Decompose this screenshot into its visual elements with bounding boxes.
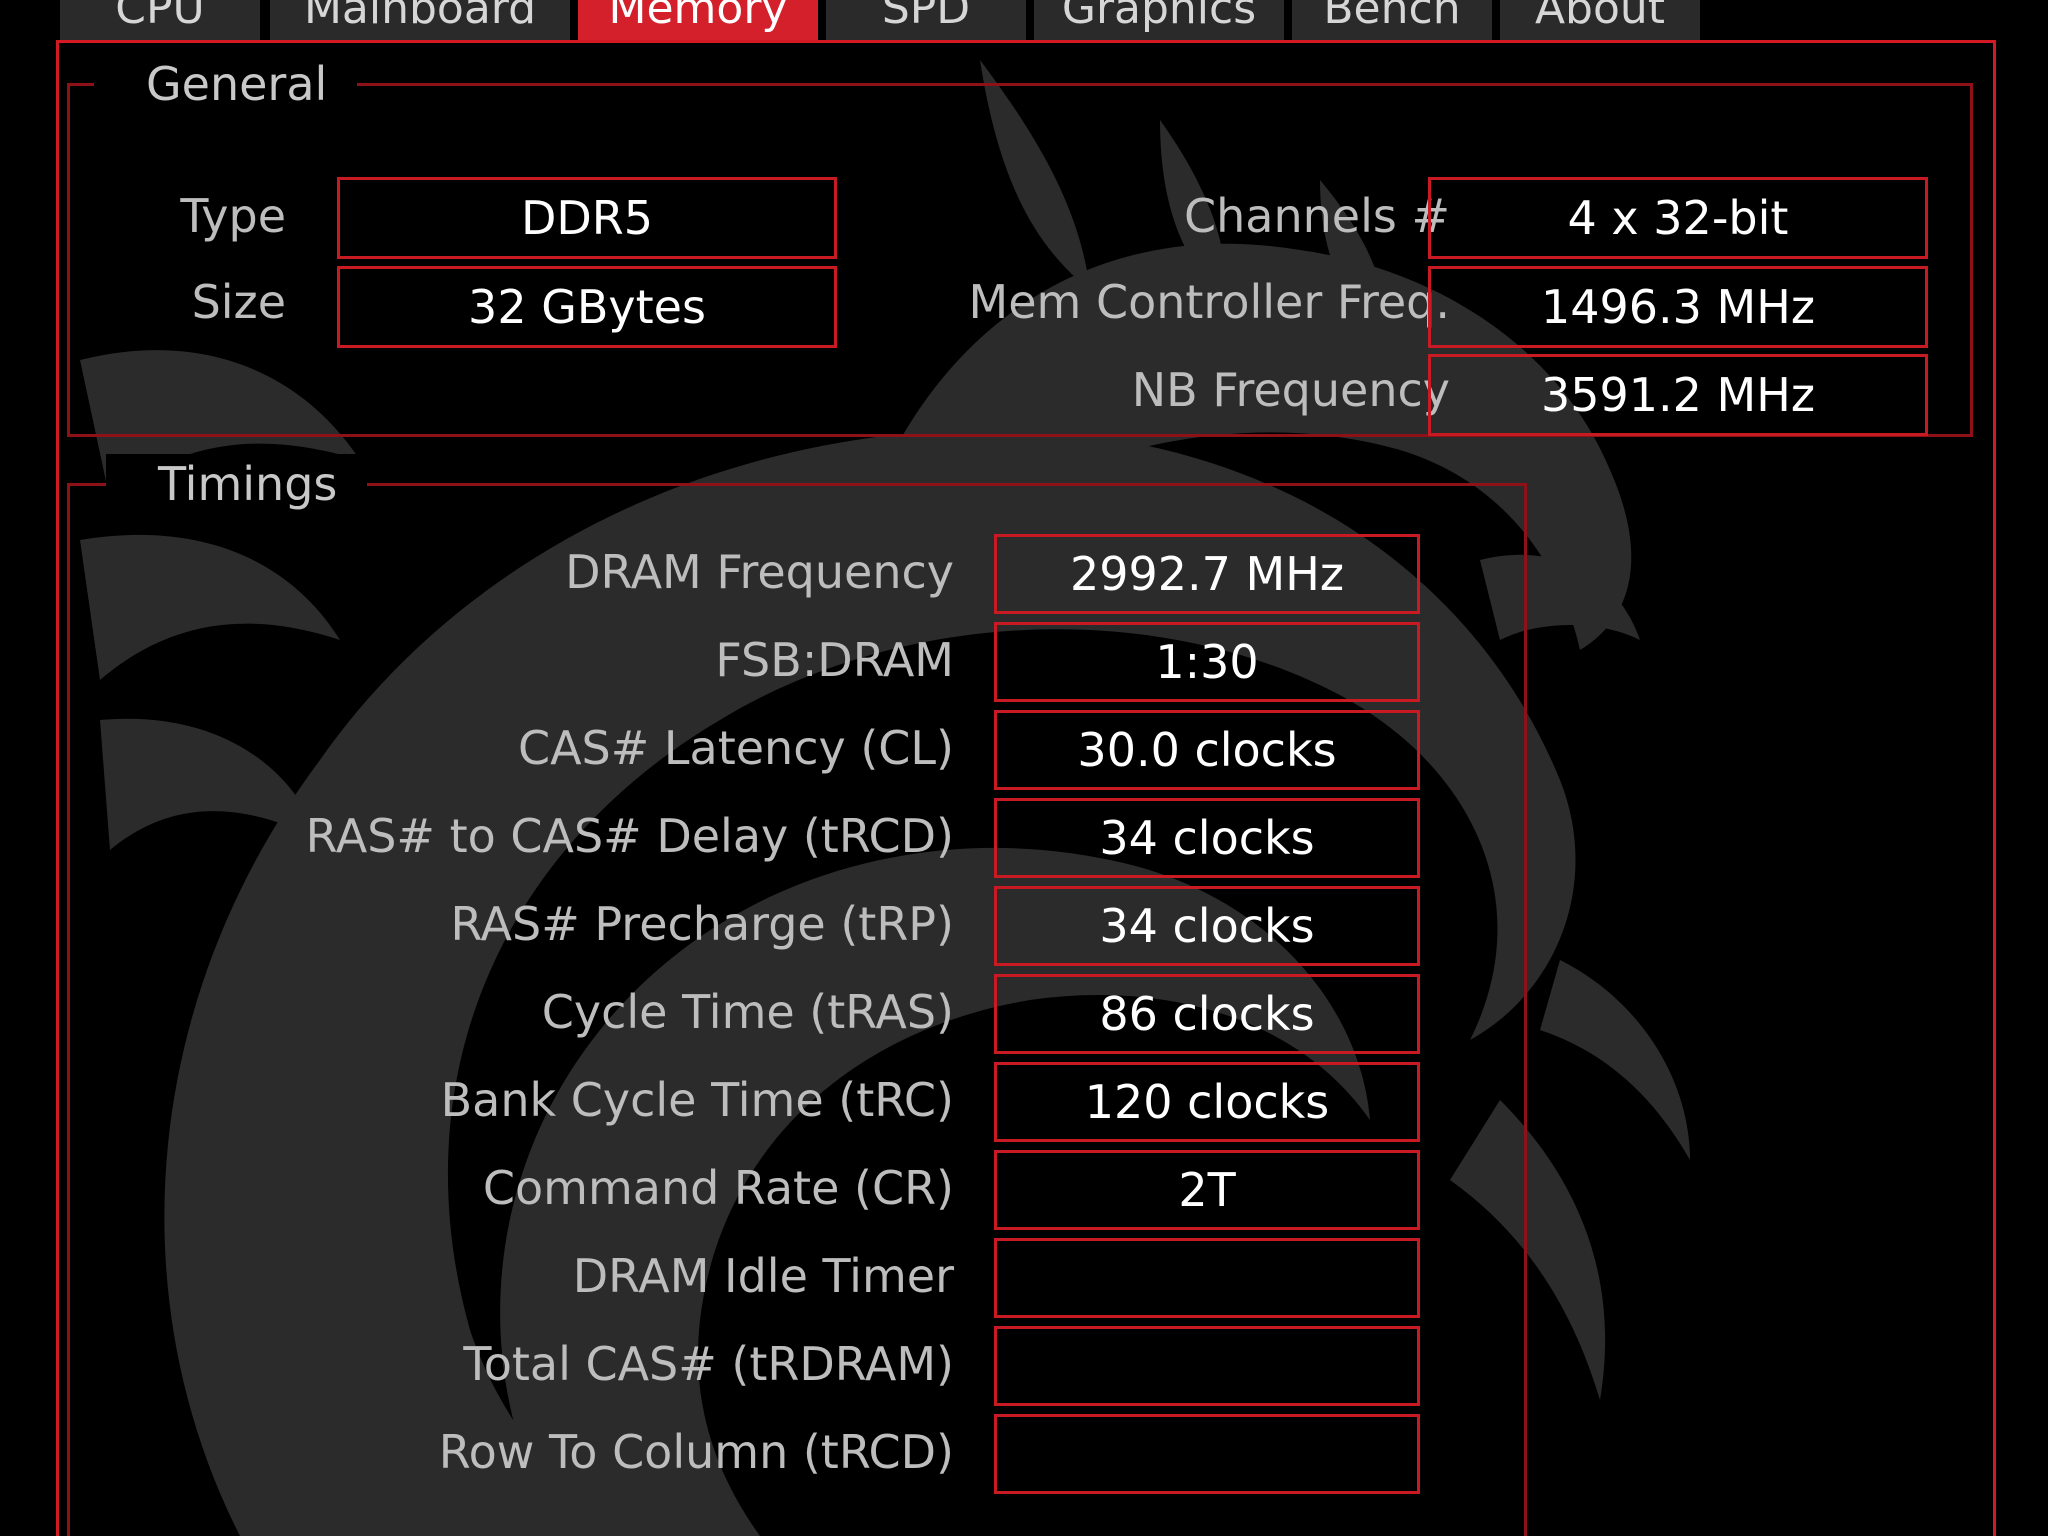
timings-group-title: Timings [106,454,368,514]
timing-label-trp: RAS# Precharge (tRP) [450,897,954,951]
timing-label-dram-frequency: DRAM Frequency [565,545,954,599]
channels-value: 4 x 32-bit [1428,177,1928,259]
size-value: 32 GBytes [337,266,837,348]
timing-value-total-cas [994,1326,1420,1406]
mem-controller-freq-label: Mem Controller Freq. [968,275,1450,329]
timing-value-tras: 86 clocks [994,974,1420,1054]
timing-value-trp: 34 clocks [994,886,1420,966]
timing-value-trc: 120 clocks [994,1062,1420,1142]
timing-value-row-to-column [994,1414,1420,1494]
memory-panel: General Type DDR5 Size 32 GBytes Channel… [56,40,1996,1536]
timing-label-trc: Bank Cycle Time (tRC) [440,1073,954,1127]
timing-label-tras: Cycle Time (tRAS) [541,985,954,1039]
tab-about[interactable]: About [1500,0,1700,40]
tab-bench[interactable]: Bench [1292,0,1492,40]
general-group-title: General [94,54,358,114]
nb-frequency-label: NB Frequency [1131,363,1450,417]
tab-mainboard[interactable]: Mainboard [270,0,570,40]
type-label: Type [180,189,286,243]
tab-strip: CPU Mainboard Memory SPD Graphics Bench … [0,0,2048,40]
timing-value-command-rate: 2T [994,1150,1420,1230]
tab-graphics[interactable]: Graphics [1034,0,1284,40]
timing-label-dram-idle-timer: DRAM Idle Timer [572,1249,954,1303]
channels-label: Channels # [1184,189,1450,243]
nb-frequency-value: 3591.2 MHz [1428,354,1928,436]
mem-controller-freq-value: 1496.3 MHz [1428,266,1928,348]
size-label: Size [191,275,286,329]
timing-value-dram-frequency: 2992.7 MHz [994,534,1420,614]
timing-value-dram-idle-timer [994,1238,1420,1318]
timing-label-fsb-dram: FSB:DRAM [715,633,954,687]
timing-label-total-cas: Total CAS# (tRDRAM) [463,1337,954,1391]
timing-label-trcd: RAS# to CAS# Delay (tRCD) [305,809,954,863]
timing-value-fsb-dram: 1:30 [994,622,1420,702]
timing-label-command-rate: Command Rate (CR) [482,1161,954,1215]
timings-group: Timings DRAM Frequency 2992.7 MHz FSB:DR… [67,454,1527,1536]
tab-memory[interactable]: Memory [578,0,818,40]
general-group: General Type DDR5 Size 32 GBytes Channel… [67,54,1973,437]
timing-label-row-to-column: Row To Column (tRCD) [438,1425,954,1479]
timing-label-cas-latency: CAS# Latency (CL) [517,721,954,775]
type-value: DDR5 [337,177,837,259]
tab-cpu[interactable]: CPU [60,0,260,40]
tab-spd[interactable]: SPD [826,0,1026,40]
timing-value-trcd: 34 clocks [994,798,1420,878]
timing-value-cas-latency: 30.0 clocks [994,710,1420,790]
